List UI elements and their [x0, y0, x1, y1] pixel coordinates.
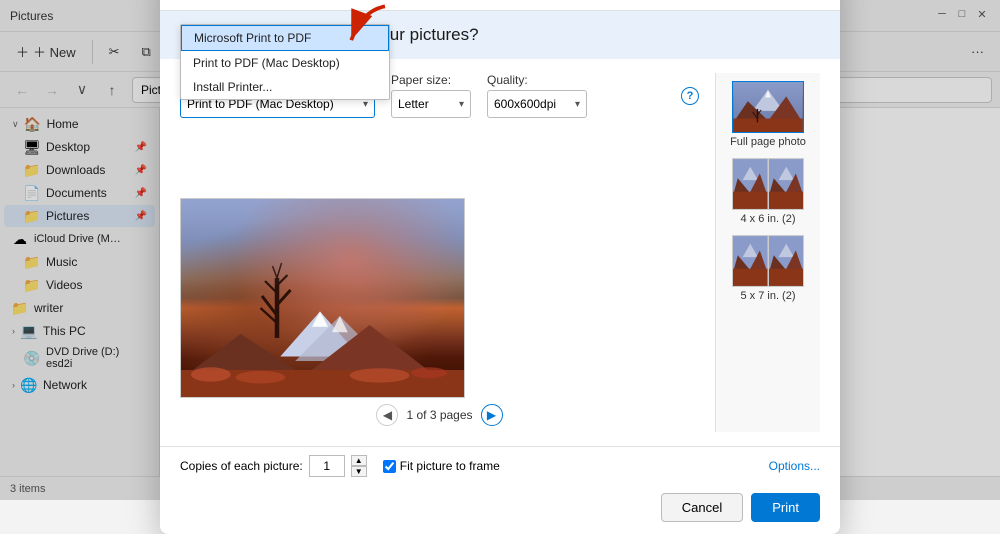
- dialog-actions: Cancel Print: [160, 485, 840, 534]
- fit-label: Fit picture to frame: [400, 459, 500, 473]
- quality-arrow-icon: ▾: [575, 99, 580, 110]
- thumb-label-full: Full page photo: [730, 136, 806, 148]
- printer-arrow-icon: ▾: [363, 99, 368, 110]
- preview-section: ◀ 1 of 3 pages ▶: [180, 198, 699, 432]
- thumb-5x7-grid: [733, 236, 803, 286]
- copies-stepper: ▲ ▼: [351, 455, 367, 477]
- print-dialog: 🖨 Print Pictures ✕ How do you want to pr…: [160, 0, 840, 534]
- dialog-overlay: 🖨 Print Pictures ✕ How do you want to pr…: [0, 0, 1000, 500]
- thumb-cell-3: [733, 236, 768, 286]
- print-button[interactable]: Print: [751, 493, 820, 522]
- copies-input[interactable]: [309, 455, 345, 477]
- dropdown-item-label: Install Printer...: [193, 80, 272, 94]
- help-button[interactable]: ?: [681, 87, 699, 105]
- quality-select[interactable]: 600x600dpi ▾: [487, 90, 587, 118]
- dropdown-item-print-pdf-mac[interactable]: Print to PDF (Mac Desktop): [181, 51, 389, 75]
- thumb-label-5x7: 5 x 7 in. (2): [740, 290, 795, 302]
- thumbnail-5x7[interactable]: 5 x 7 in. (2): [732, 235, 804, 302]
- paper-size-label: Paper size:: [391, 73, 471, 87]
- copies-decrement-button[interactable]: ▼: [351, 466, 367, 477]
- preview-image: [180, 198, 465, 398]
- page-info: 1 of 3 pages: [406, 408, 472, 422]
- dropdown-item-label: Microsoft Print to PDF: [194, 31, 311, 45]
- cancel-button[interactable]: Cancel: [661, 493, 743, 522]
- thumb-mountain-svg: [733, 82, 803, 132]
- thumb-mini-svg-4: [769, 236, 804, 286]
- thumb-mini-svg-2: [769, 159, 804, 209]
- options-link[interactable]: Options...: [769, 459, 820, 473]
- thumb-cell-1: [733, 159, 768, 209]
- thumb-landscape-preview: [733, 82, 803, 132]
- paper-size-value: Letter: [398, 97, 429, 111]
- thumb-image-4x6: [732, 158, 804, 210]
- thumbnail-full-page[interactable]: Full page photo: [730, 81, 806, 148]
- quality-group: Quality: 600x600dpi ▾: [487, 73, 587, 118]
- sky-overlay: [181, 199, 464, 288]
- dialog-close-button[interactable]: ✕: [800, 0, 828, 2]
- fit-checkbox-group: Fit picture to frame: [383, 459, 500, 473]
- dialog-titlebar: 🖨 Print Pictures ✕: [160, 0, 840, 11]
- dialog-body: Printer: Print to PDF (Mac Desktop) ▾ Pa…: [160, 59, 840, 446]
- next-page-button[interactable]: ▶: [481, 404, 503, 426]
- question-mark-icon: ?: [687, 90, 694, 102]
- prev-page-button[interactable]: ◀: [376, 404, 398, 426]
- thumb-cell-4: [769, 236, 804, 286]
- thumb-4x6-grid: [733, 159, 803, 209]
- thumb-cell-2: [769, 159, 804, 209]
- dialog-bottom-bar: Copies of each picture: ▲ ▼ Fit picture …: [160, 446, 840, 485]
- preview-nav: ◀ 1 of 3 pages ▶: [180, 398, 699, 432]
- copies-label: Copies of each picture:: [180, 459, 303, 473]
- dialog-left-panel: Printer: Print to PDF (Mac Desktop) ▾ Pa…: [180, 73, 699, 432]
- paper-size-arrow-icon: ▾: [459, 99, 464, 110]
- copies-group: Copies of each picture: ▲ ▼: [180, 455, 367, 477]
- red-arrow-indicator: [340, 2, 400, 52]
- thumb-image-full: [732, 81, 804, 133]
- dropdown-item-install-printer[interactable]: Install Printer...: [181, 75, 389, 99]
- thumb-mini-svg-1: [733, 159, 768, 209]
- quality-label: Quality:: [487, 73, 587, 87]
- thumb-mini-svg-3: [733, 236, 768, 286]
- quality-value: 600x600dpi: [494, 97, 556, 111]
- mountain-svg: [181, 307, 464, 397]
- next-icon: ▶: [487, 408, 496, 422]
- thumb-label-4x6: 4 x 6 in. (2): [740, 213, 795, 225]
- landscape-photo: [181, 199, 464, 397]
- fit-checkbox[interactable]: [383, 460, 396, 473]
- paper-size-group: Paper size: Letter ▾: [391, 73, 471, 118]
- thumbnails-panel: Full page photo: [715, 73, 820, 432]
- paper-size-select[interactable]: Letter ▾: [391, 90, 471, 118]
- thumb-image-5x7: [732, 235, 804, 287]
- thumbnail-4x6[interactable]: 4 x 6 in. (2): [732, 158, 804, 225]
- prev-icon: ◀: [383, 408, 392, 422]
- dropdown-item-label: Print to PDF (Mac Desktop): [193, 56, 340, 70]
- copies-increment-button[interactable]: ▲: [351, 455, 367, 466]
